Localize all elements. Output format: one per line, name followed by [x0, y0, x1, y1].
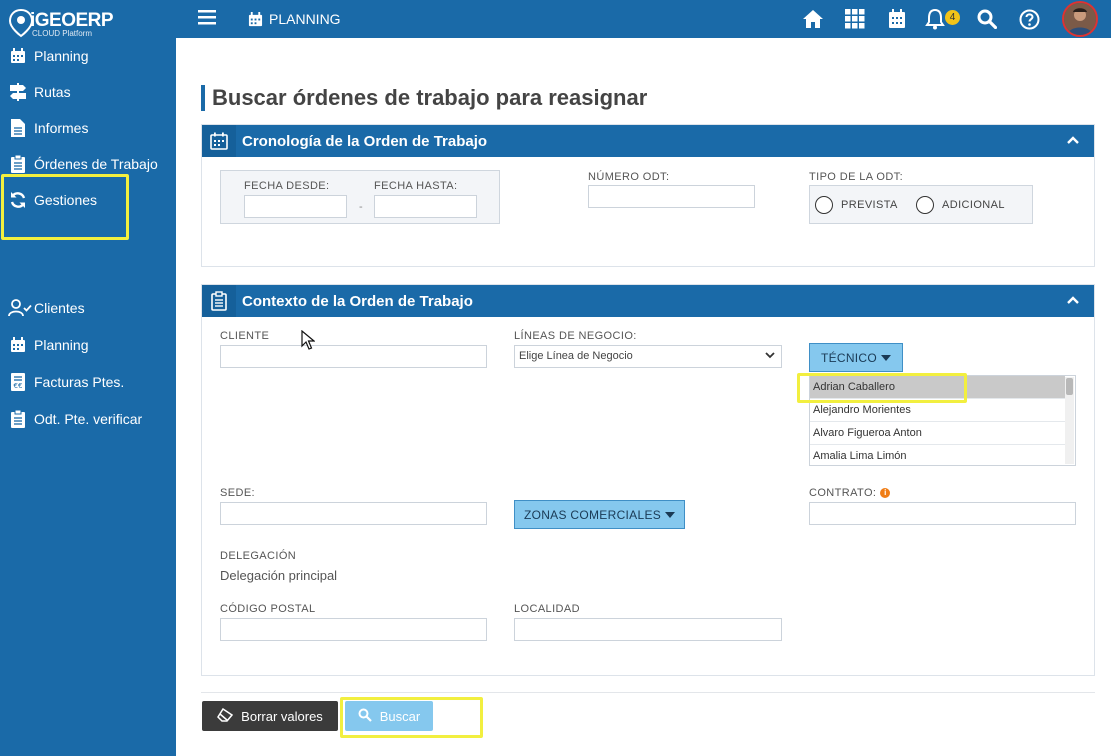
- bell-icon[interactable]: [924, 8, 946, 30]
- sidebar-item-label: Informes: [34, 120, 89, 136]
- sidebar-item-planning[interactable]: Planning: [0, 38, 176, 74]
- notification-badge: 4: [945, 10, 960, 25]
- clipboard-icon: [9, 410, 27, 428]
- cliente-input[interactable]: [220, 345, 487, 368]
- chevron-up-icon[interactable]: [1066, 133, 1080, 151]
- calendar-icon[interactable]: [886, 8, 908, 30]
- calendar-icon: [9, 47, 27, 65]
- sidebar-item-label: Órdenes de Trabajo: [34, 156, 158, 172]
- sidebar-item-informes[interactable]: Informes: [0, 110, 176, 146]
- svg-text:€€: €€: [14, 382, 23, 390]
- divider: [201, 692, 1095, 693]
- button-label: ZONAS COMERCIALES: [523, 507, 662, 522]
- sidebar-item-clientes[interactable]: Clientes: [0, 290, 176, 326]
- sidebar-item-odt-verificar[interactable]: Odt. Pte. verificar: [0, 401, 176, 437]
- top-bar: PLANNING: [176, 0, 1111, 38]
- chevron-up-icon[interactable]: [1066, 293, 1080, 311]
- tipo-odt-label: TIPO DE LA ODT:: [809, 171, 904, 183]
- mouse-cursor-icon: [301, 329, 316, 355]
- caret-down-icon: [881, 351, 892, 365]
- search-icon[interactable]: [976, 8, 998, 30]
- sidebar-item-label: Rutas: [34, 84, 71, 100]
- sidebar-item-label: Odt. Pte. verificar: [34, 411, 143, 427]
- eraser-icon: [217, 707, 234, 725]
- info-icon[interactable]: i: [880, 487, 891, 498]
- range-separator: -: [359, 201, 364, 213]
- caret-down-icon: [665, 508, 676, 522]
- sidebar-item-label: Clientes: [34, 300, 85, 316]
- user-avatar[interactable]: [1062, 1, 1098, 37]
- sidebar-item-label: Planning: [34, 337, 89, 353]
- fecha-desde-input[interactable]: [244, 195, 347, 218]
- sidebar-item-label: Facturas Ptes.: [34, 374, 125, 390]
- calendar-icon: [9, 336, 27, 354]
- sidebar-item-label: Planning: [34, 48, 89, 64]
- page-title: Buscar órdenes de trabajo para reasignar: [201, 85, 647, 111]
- home-icon[interactable]: [802, 8, 824, 30]
- help-icon[interactable]: [1018, 8, 1040, 30]
- brand-subtitle: CLOUD Platform: [32, 29, 93, 38]
- sidebar-item-planning-2[interactable]: Planning: [0, 327, 176, 363]
- panel-title: Cronología de la Orden de Trabajo: [242, 132, 488, 150]
- sede-input[interactable]: [220, 502, 487, 525]
- calendar-icon: [248, 11, 263, 26]
- radio-label: ADICIONAL: [942, 199, 1005, 211]
- user-check-icon: [8, 299, 32, 317]
- codigo-postal-input[interactable]: [220, 618, 487, 641]
- current-section: PLANNING: [248, 11, 341, 27]
- radio-circle[interactable]: [815, 196, 833, 214]
- localidad-label: LOCALIDAD: [514, 603, 580, 615]
- lineas-negocio-label: LÍNEAS DE NEGOCIO:: [514, 330, 637, 342]
- list-item[interactable]: Amalia Lima Limón: [810, 445, 1065, 465]
- delegacion-value: Delegación principal: [220, 568, 338, 583]
- contrato-input[interactable]: [809, 502, 1076, 525]
- clear-values-button[interactable]: Borrar valores: [202, 701, 338, 731]
- invoice-icon: €€: [9, 373, 27, 391]
- tecnico-dropdown-button[interactable]: TÉCNICO: [809, 343, 903, 372]
- contrato-label-wrap: CONTRATO: i: [809, 487, 891, 499]
- radio-label: PREVISTA: [841, 199, 898, 211]
- delegacion-label: DELEGACIÓN: [220, 550, 297, 562]
- radio-circle[interactable]: [916, 196, 934, 214]
- document-icon: [9, 119, 27, 137]
- clipboard-list-icon: [202, 285, 236, 317]
- highlight-tecnico-item: [797, 373, 967, 403]
- button-label: TÉCNICO: [820, 350, 878, 365]
- select-value: Elige Línea de Negocio: [519, 350, 633, 362]
- contrato-label: CONTRATO:: [809, 487, 877, 499]
- codigo-postal-label: CÓDIGO POSTAL: [220, 603, 316, 615]
- hamburger-menu-icon[interactable]: [198, 9, 216, 30]
- highlight-search-button: [340, 697, 483, 738]
- localidad-input[interactable]: [514, 618, 782, 641]
- app-logo[interactable]: iGEOERP CLOUD Platform: [8, 6, 173, 40]
- numero-odt-label: NÚMERO ODT:: [588, 171, 670, 183]
- panel-header[interactable]: Contexto de la Orden de Trabajo: [202, 285, 1094, 317]
- sidebar-item-rutas[interactable]: Rutas: [0, 74, 176, 110]
- clipboard-icon: [9, 155, 27, 173]
- apps-grid-icon[interactable]: [844, 8, 866, 30]
- radio-adicional[interactable]: ADICIONAL: [916, 196, 1005, 214]
- panel-header[interactable]: Cronología de la Orden de Trabajo: [202, 125, 1094, 157]
- zonas-comerciales-button[interactable]: ZONAS COMERCIALES: [514, 500, 685, 529]
- fecha-hasta-label: FECHA HASTA:: [374, 180, 458, 192]
- fecha-desde-label: FECHA DESDE:: [244, 180, 330, 192]
- numero-odt-input[interactable]: [588, 185, 755, 208]
- chevron-down-icon: [764, 348, 776, 370]
- section-title: PLANNING: [269, 11, 341, 27]
- list-scrollbar[interactable]: [1065, 377, 1074, 464]
- panel-title: Contexto de la Orden de Trabajo: [242, 292, 473, 310]
- sede-label: SEDE:: [220, 487, 256, 499]
- sidebar: iGEOERP CLOUD Platform Planning Rutas In…: [0, 0, 176, 756]
- signpost-icon: [9, 83, 27, 101]
- sidebar-item-facturas[interactable]: €€ Facturas Ptes.: [0, 364, 176, 400]
- button-label: Borrar valores: [241, 708, 323, 724]
- calendar-icon: [202, 125, 236, 157]
- highlight-gestiones: [1, 174, 129, 240]
- cliente-label: CLIENTE: [220, 330, 270, 342]
- lineas-negocio-select[interactable]: Elige Línea de Negocio: [514, 345, 782, 368]
- radio-prevista[interactable]: PREVISTA: [815, 196, 898, 214]
- scrollbar-thumb[interactable]: [1066, 378, 1073, 395]
- fecha-hasta-input[interactable]: [374, 195, 477, 218]
- list-item[interactable]: Alvaro Figueroa Anton: [810, 422, 1065, 445]
